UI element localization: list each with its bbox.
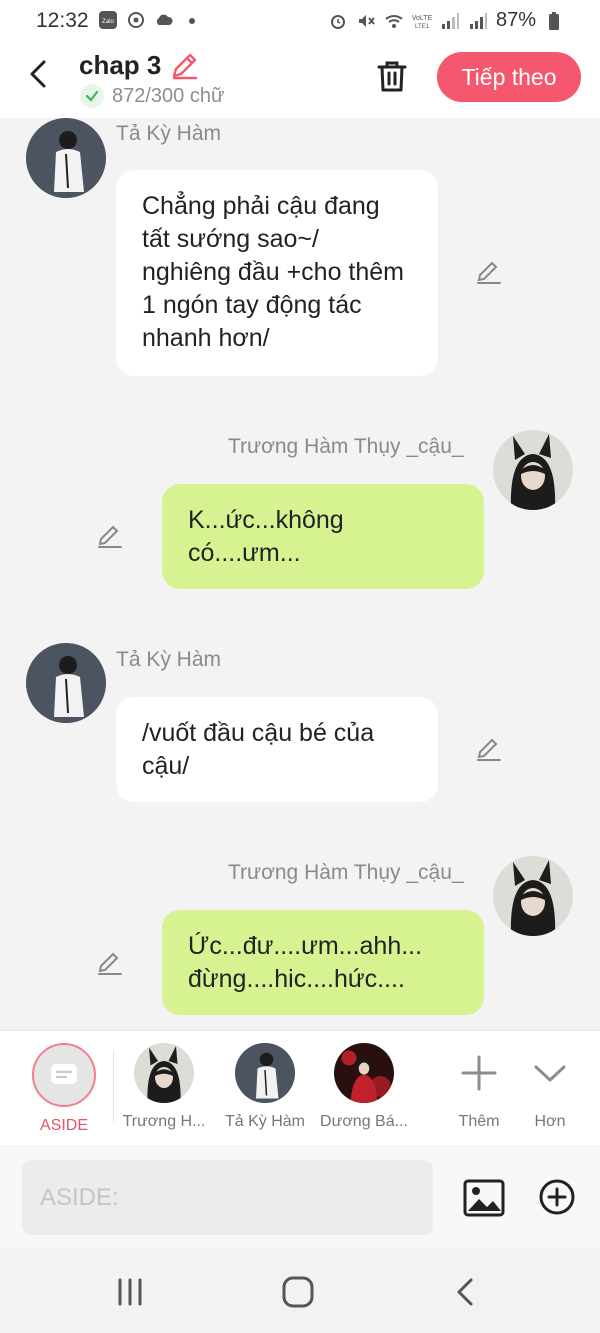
next-button[interactable]: Tiếp theo [437, 52, 581, 102]
avatar-truong-ham-thuy[interactable] [493, 430, 573, 510]
sender-name: Tả Kỳ Hàm [116, 122, 222, 145]
volte-icon: VoLTE LTE1 [412, 15, 432, 30]
character-duong-ba[interactable]: Dương Bá... [318, 1043, 410, 1131]
mute-icon [358, 14, 375, 27]
cloud-icon [156, 14, 173, 25]
word-count-row: 872/300 chữ [80, 84, 224, 108]
character-ta-ky-ham[interactable]: Tả Kỳ Hàm [219, 1043, 311, 1131]
avatar-ta-ky-ham[interactable] [26, 118, 106, 198]
message-bubble[interactable]: /vuốt đầu cậu bé của cậu/ [116, 697, 438, 802]
character-avatar[interactable] [235, 1043, 295, 1103]
home-icon[interactable] [280, 1274, 316, 1310]
word-count: 872/300 chữ [112, 84, 225, 107]
battery-icon [549, 11, 559, 30]
chapter-title[interactable]: chap 3 [79, 50, 161, 81]
svg-text:VoLTE: VoLTE [412, 15, 432, 22]
signal-icon-2 [469, 12, 487, 29]
system-status: VoLTE LTE1 87% [328, 9, 564, 32]
character-label: Dương Bá... [320, 1113, 408, 1130]
message-bubble[interactable]: Ức...đư....ưm...ahh... đừng....hic....hứ… [162, 910, 484, 1015]
character-avatar[interactable] [134, 1043, 194, 1103]
character-toolbar: ASIDE Trương H... Tả Kỳ Hàm Dương Bá... … [0, 1030, 600, 1146]
status-bar: 12:32 Zalo VoLTE LTE1 87% [0, 0, 600, 42]
pencil-icon[interactable] [475, 258, 503, 286]
character-truong-ham-thuy[interactable]: Trương H... [118, 1043, 210, 1131]
chevron-down-icon[interactable] [520, 1043, 580, 1103]
zalo-icon: Zalo [99, 11, 117, 29]
character-label: Trương H... [122, 1113, 206, 1130]
more-button[interactable]: Hơn [504, 1043, 596, 1131]
character-label: Tả Kỳ Hàm [224, 1113, 305, 1130]
pencil-icon[interactable] [96, 522, 124, 550]
notification-icons: Zalo [98, 10, 202, 30]
plus-icon[interactable] [449, 1043, 509, 1103]
add-label: Thêm [458, 1113, 500, 1130]
recent-apps-icon[interactable] [112, 1274, 148, 1310]
wifi-icon [385, 14, 403, 28]
check-icon [80, 84, 104, 108]
pencil-icon[interactable] [475, 735, 503, 763]
alarm-icon [330, 14, 345, 29]
message-icon [51, 1064, 77, 1084]
message-bubble[interactable]: Chẳng phải cậu đang tất sướng sao~/ nghi… [116, 170, 438, 376]
back-icon[interactable] [448, 1274, 484, 1310]
sender-name: Tả Kỳ Hàm [116, 648, 222, 671]
add-circle-icon[interactable] [538, 1178, 576, 1216]
back-arrow-icon[interactable] [22, 56, 58, 92]
sender-name: Trương Hàm Thụy _cậu_ [228, 435, 464, 458]
pencil-icon[interactable] [96, 949, 124, 977]
message-input[interactable] [22, 1160, 433, 1235]
aside-circle[interactable] [32, 1043, 96, 1107]
chat-area[interactable]: Tả Kỳ Hàm Chẳng phải cậu đang tất sướng … [0, 118, 600, 1030]
image-icon[interactable] [463, 1177, 505, 1219]
dot-icon [189, 18, 195, 24]
aside-button[interactable]: ASIDE [18, 1043, 110, 1135]
sync-icon [128, 12, 144, 28]
system-navbar [0, 1248, 600, 1333]
svg-text:Zalo: Zalo [102, 19, 114, 25]
toolbar-divider [113, 1051, 114, 1123]
signal-icon [441, 12, 459, 29]
trash-icon[interactable] [374, 58, 410, 94]
sender-name: Trương Hàm Thụy _cậu_ [228, 861, 464, 884]
status-time: 12:32 [36, 9, 89, 32]
more-label: Hơn [534, 1113, 566, 1130]
character-avatar[interactable] [334, 1043, 394, 1103]
editor-header: chap 3 872/300 chữ Tiếp theo [0, 42, 600, 118]
pencil-icon[interactable] [168, 50, 200, 82]
avatar-truong-ham-thuy[interactable] [493, 856, 573, 936]
avatar-ta-ky-ham[interactable] [26, 643, 106, 723]
aside-label: ASIDE [39, 1117, 88, 1134]
svg-text:LTE1: LTE1 [415, 24, 430, 30]
message-bubble[interactable]: K...ức...không có....ưm... [162, 484, 484, 589]
battery-percent: 87% [495, 9, 536, 31]
composer [0, 1146, 600, 1249]
